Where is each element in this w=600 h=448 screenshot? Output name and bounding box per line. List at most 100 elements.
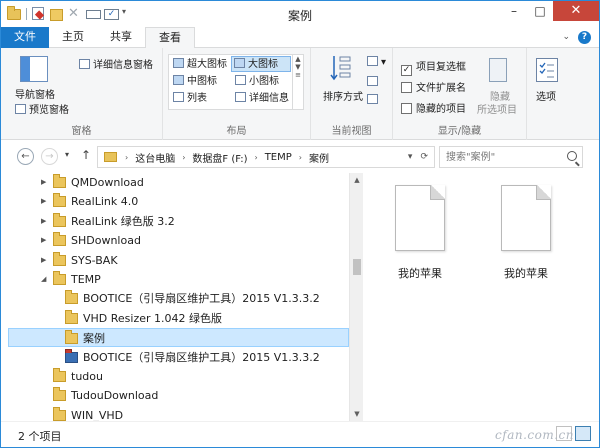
- add-columns-small-icon: [367, 76, 378, 86]
- tab-share[interactable]: 共享: [97, 27, 145, 48]
- folder-icon: [65, 309, 78, 324]
- file-item[interactable]: 我的苹果: [381, 177, 459, 280]
- hidden-items-label: 隐藏的项目: [416, 104, 466, 115]
- scroll-up-icon[interactable]: ▲: [350, 173, 364, 187]
- hidden-items-toggle[interactable]: 隐藏的项目: [401, 100, 466, 115]
- folder-icon: [53, 271, 66, 285]
- tree-item[interactable]: tudou: [1, 367, 349, 386]
- breadcrumb-separator-icon[interactable]: ›: [178, 153, 189, 162]
- watermark: cfan.com.cn: [495, 428, 574, 442]
- file-item[interactable]: 我的苹果: [487, 177, 565, 280]
- collapsed-arrow-icon[interactable]: ▶: [41, 173, 46, 192]
- large-icons-view-button[interactable]: [575, 426, 591, 441]
- tree-item-label: TudouDownload: [71, 389, 159, 403]
- breadcrumb-this-pc[interactable]: 这台电脑: [132, 150, 178, 165]
- folder-icon: [53, 174, 66, 188]
- search-box[interactable]: [439, 146, 583, 168]
- breadcrumb-separator-icon[interactable]: ›: [121, 153, 132, 162]
- navigation-pane-button[interactable]: 导航窗格: [15, 86, 55, 101]
- tree-item-label: tudou: [71, 370, 103, 383]
- layout-gallery-scroll[interactable]: ▲ ▼ ≡: [292, 55, 303, 109]
- search-icon[interactable]: [567, 151, 577, 161]
- breadcrumb-temp[interactable]: TEMP: [262, 152, 295, 163]
- preview-pane-button[interactable]: 预览窗格: [15, 101, 69, 116]
- scroll-thumb[interactable]: [353, 259, 361, 275]
- options-icon[interactable]: [536, 58, 558, 82]
- collapsed-arrow-icon[interactable]: ▶: [41, 251, 46, 270]
- file-extensions-toggle[interactable]: 文件扩展名: [401, 79, 466, 94]
- tree-item-label: TEMP: [71, 273, 101, 286]
- collapsed-arrow-icon[interactable]: ▶: [41, 212, 46, 231]
- checkbox-checked[interactable]: ✓: [401, 65, 412, 76]
- breadcrumb-separator-icon[interactable]: ›: [250, 153, 261, 162]
- options-button[interactable]: 选项: [536, 88, 556, 103]
- tree-item[interactable]: ▶ QMDownload: [1, 173, 349, 192]
- size-columns-icon[interactable]: [367, 94, 381, 106]
- minimize-button[interactable]: –: [501, 1, 527, 21]
- expanded-arrow-icon[interactable]: ◢: [41, 270, 46, 289]
- tree-item[interactable]: WIN_VHD: [1, 406, 349, 421]
- tab-file[interactable]: 文件: [1, 27, 49, 48]
- layout-details[interactable]: 详细信息: [233, 91, 289, 107]
- address-bar[interactable]: › 这台电脑 › 数据盘F (F:) › TEMP › 案例 ▾ ⟳: [97, 146, 435, 168]
- navigation-pane-icon[interactable]: [20, 56, 48, 82]
- tree-scrollbar[interactable]: ▲ ▼: [349, 173, 363, 421]
- checkbox-unchecked[interactable]: [401, 103, 412, 114]
- help-icon[interactable]: ?: [578, 30, 591, 44]
- collapsed-arrow-icon[interactable]: ▶: [41, 192, 46, 211]
- tree-item[interactable]: ▶ SHDownload: [1, 231, 349, 250]
- layout-medium-icons[interactable]: 中图标: [171, 74, 217, 90]
- group-by-icon[interactable]: ▾: [367, 56, 386, 68]
- tree-item[interactable]: ▶ SYS-BAK: [1, 251, 349, 270]
- layout-small-icons[interactable]: 小图标: [233, 74, 279, 90]
- tab-view[interactable]: 查看: [145, 27, 195, 49]
- maximize-button[interactable]: □: [527, 1, 553, 21]
- group-panes: 导航窗格 预览窗格 详细信息窗格 窗格: [1, 48, 163, 140]
- tree-item[interactable]: ▶ RealLink 绿色版 3.2: [1, 212, 349, 231]
- address-history-dropdown-icon[interactable]: ▾: [408, 152, 413, 162]
- breadcrumb-separator-icon[interactable]: ›: [295, 153, 306, 162]
- tree-item[interactable]: ▶ RealLink 4.0: [1, 192, 349, 211]
- back-button[interactable]: ←: [17, 148, 34, 165]
- tree-item[interactable]: TudouDownload: [1, 386, 349, 405]
- document-icon: [395, 185, 445, 251]
- item-checkboxes-toggle[interactable]: ✓ 项目复选框: [401, 58, 466, 76]
- add-columns-icon[interactable]: [367, 76, 381, 88]
- collapsed-arrow-icon[interactable]: ▶: [41, 231, 46, 250]
- group-layout: 超大图标 大图标 中图标 小图标 列表 详细信息 ▲ ▼ ≡ 布局: [163, 48, 311, 140]
- forward-button[interactable]: →: [41, 148, 58, 165]
- tree-item[interactable]: 案例: [8, 328, 349, 348]
- tree-item[interactable]: VHD Resizer 1.042 绿色版: [1, 309, 349, 328]
- refresh-icon[interactable]: ⟳: [420, 152, 428, 162]
- folder-icon: [53, 251, 66, 266]
- search-input[interactable]: [440, 147, 558, 167]
- tree-item[interactable]: ◢ TEMP: [1, 270, 349, 289]
- tree-item-label: WIN_VHD: [71, 408, 124, 421]
- tab-home[interactable]: 主页: [49, 27, 97, 48]
- sort-by-button[interactable]: 排序方式: [323, 88, 363, 103]
- item-checkboxes-label: 项目复选框: [416, 62, 466, 73]
- ribbon: 导航窗格 预览窗格 详细信息窗格 窗格 超大图标 大图标 中图标 小图标 列表 …: [1, 48, 599, 140]
- breadcrumb-drive[interactable]: 数据盘F (F:): [189, 150, 250, 165]
- tree-item[interactable]: BOOTICE（引导扇区维护工具）2015 V1.3.3.2: [1, 348, 349, 367]
- list-icon: [173, 92, 184, 102]
- breadcrumb-current[interactable]: 案例: [306, 150, 332, 165]
- scroll-down-icon[interactable]: ▼: [350, 407, 364, 421]
- group-label-current-view: 当前视图: [331, 126, 372, 137]
- file-name: 我的苹果: [398, 267, 442, 280]
- checkbox-unchecked[interactable]: [401, 82, 412, 93]
- layout-list[interactable]: 列表: [171, 91, 207, 107]
- folder-icon: [53, 387, 66, 402]
- chevron-down-icon[interactable]: ⌄: [562, 32, 570, 42]
- layout-label: 大图标: [248, 59, 278, 70]
- recent-locations-icon[interactable]: ▾: [65, 150, 69, 159]
- up-button[interactable]: ↑: [81, 148, 91, 162]
- large-icons-icon: [234, 58, 245, 68]
- hide-selected-line2: 所选项目: [477, 105, 517, 116]
- tree-item[interactable]: BOOTICE（引导扇区维护工具）2015 V1.3.3.2: [1, 289, 349, 308]
- layout-large-icons[interactable]: 大图标: [231, 56, 291, 72]
- details-pane-button[interactable]: 详细信息窗格: [79, 56, 153, 71]
- layout-extra-large-icons[interactable]: 超大图标: [171, 57, 227, 73]
- close-button[interactable]: ✕: [553, 1, 599, 21]
- sort-by-icon[interactable]: [330, 54, 352, 81]
